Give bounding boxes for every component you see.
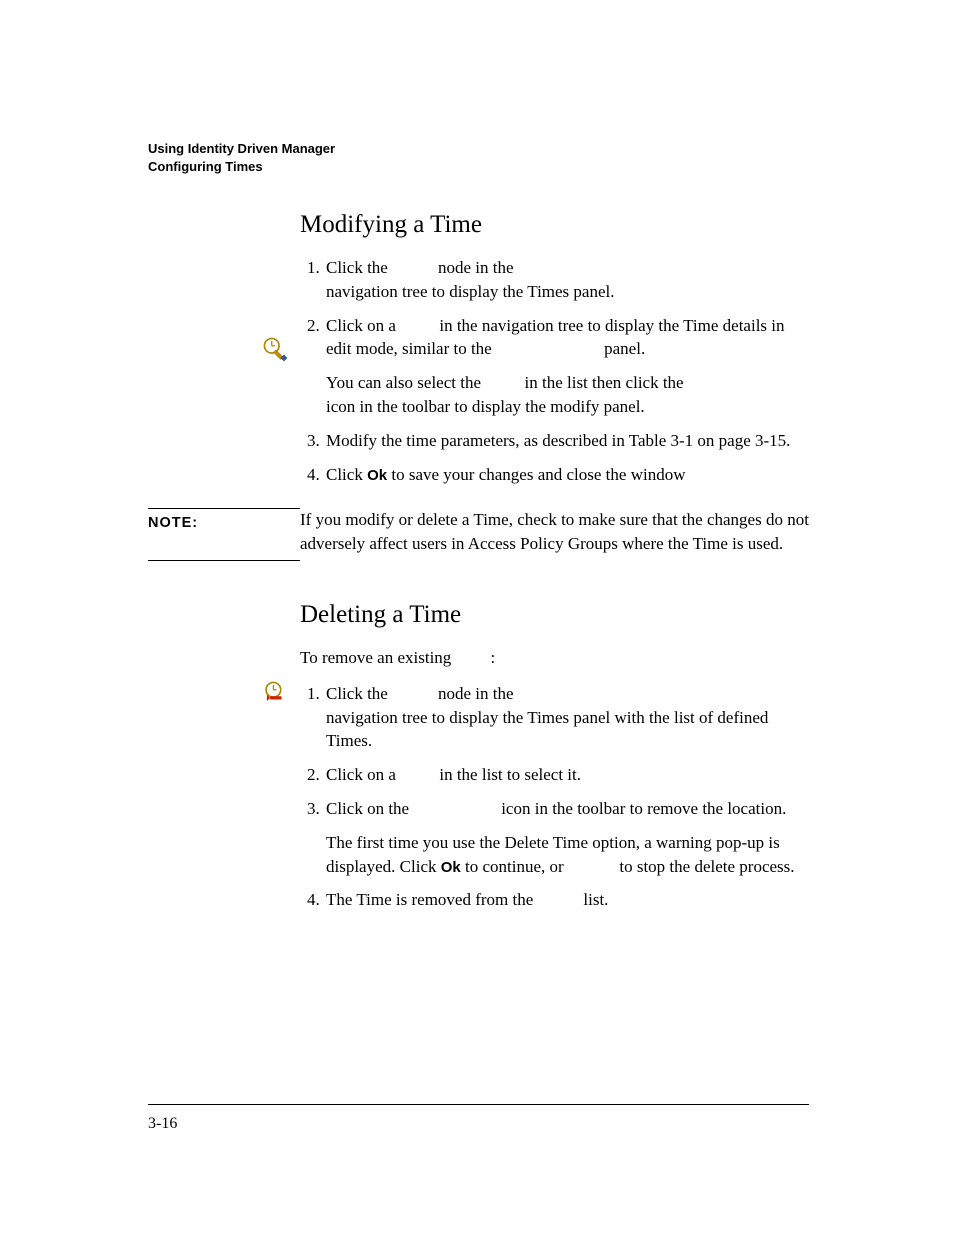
del-step-4: The Time is removed from the Times list. bbox=[324, 888, 809, 912]
delete-time-icon bbox=[262, 680, 296, 713]
header-line-1: Using Identity Driven Manager bbox=[148, 140, 809, 158]
step-4: Click Ok to save your changes and close … bbox=[324, 463, 809, 487]
document-page: Using Identity Driven Manager Configurin… bbox=[0, 0, 954, 1235]
ok-label-2: Ok bbox=[441, 859, 461, 876]
deleting-steps: Click the Times node in the Identity Man… bbox=[300, 682, 809, 912]
modify-time-icon bbox=[262, 336, 296, 369]
step-3: Modify the time parameters, as described… bbox=[324, 429, 809, 453]
modifying-steps: Click the Times node in the Identity Man… bbox=[300, 256, 809, 486]
section1-body: Click the Times node in the Identity Man… bbox=[300, 256, 809, 486]
heading-deleting: Deleting a Time bbox=[300, 597, 809, 632]
del-step-3: Click on the Delete Time icon in the too… bbox=[324, 797, 809, 878]
header-line-2: Configuring Times bbox=[148, 158, 809, 176]
step-2-note: You can also select the Time in the list… bbox=[326, 371, 809, 419]
del-step-1: Click the Times node in the Identity Man… bbox=[324, 682, 809, 753]
page-number: 3-16 bbox=[148, 1113, 177, 1135]
step-2: Click on a Time in the navigation tree t… bbox=[324, 314, 809, 419]
del-step-2: Click on a Time in the list to select it… bbox=[324, 763, 809, 787]
deleting-intro: To remove an existing Time: bbox=[300, 646, 809, 670]
del-step-3-note: The first time you use the Delete Time o… bbox=[326, 831, 809, 879]
footer-rule bbox=[148, 1104, 809, 1105]
section2-body: To remove an existing Time: Click the Ti… bbox=[300, 646, 809, 912]
note-label: NOTE: bbox=[148, 513, 300, 533]
note-block: NOTE: If you modify or delete a Time, ch… bbox=[148, 504, 809, 556]
ok-label: Ok bbox=[367, 467, 387, 484]
running-header: Using Identity Driven Manager Configurin… bbox=[148, 140, 809, 175]
step-1: Click the Times node in the Identity Man… bbox=[324, 256, 809, 304]
heading-modifying: Modifying a Time bbox=[300, 207, 809, 242]
note-body: If you modify or delete a Time, check to… bbox=[300, 504, 809, 556]
